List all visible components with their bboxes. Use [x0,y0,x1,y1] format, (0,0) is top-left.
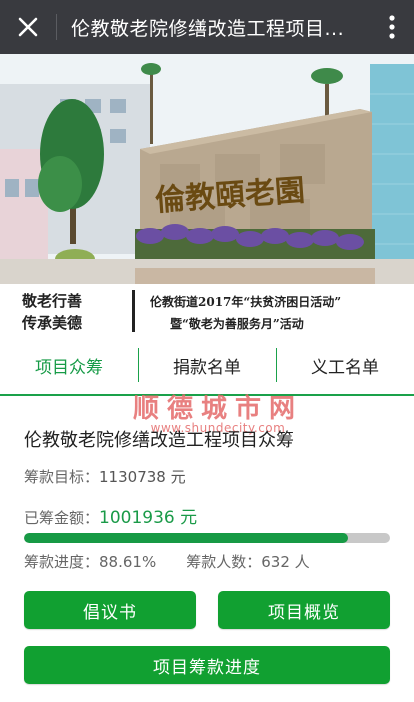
proposal-button[interactable]: 倡议书 [24,591,196,629]
donors-value: 632 人 [261,553,310,571]
page-title: 伦教敬老院修缮改造工程项目... [71,17,345,40]
slogan-right-1: 伦教街道2017年“扶贫济困日活动” [150,294,341,309]
raised-value: 1001936 元 [99,508,198,528]
more-vertical-icon [389,15,395,39]
tab-underline [0,394,414,396]
raised-row: 已筹金额：1001936 元 [24,503,197,528]
progress-fill [24,533,349,543]
progress-label: 筹款进度： [24,553,100,571]
close-icon [18,17,38,37]
tab-volunteer-list[interactable]: 义工名单 [276,336,414,394]
funding-progress-button[interactable]: 项目筹款进度 [24,646,390,684]
overview-button[interactable]: 项目概览 [218,591,390,629]
donors-stat: 筹款人数：632 人 [186,551,309,572]
stats-row: 筹款进度：88.61% 筹款人数：632 人 [24,551,310,572]
goal-label: 筹款目标： [24,468,100,486]
tab-bar: 项目众筹 捐款名单 义工名单 [0,336,414,394]
tab-crowdfunding[interactable]: 项目众筹 [0,336,138,394]
progress-stat: 筹款进度：88.61% [24,551,156,572]
banner-image: 倫教頤老園 敬老行善 传承美德 伦教街道2017年“扶贫济困日活动” 暨“敬老为… [0,54,414,336]
slogan-left-2: 传承美德 [21,314,82,332]
project-title: 伦教敬老院修缮改造工程项目众筹 [24,430,294,451]
slogan-right-2: 暨“敬老为善服务月”活动 [170,316,304,331]
close-button[interactable] [0,0,56,54]
goal-value: 1130738 元 [99,468,186,486]
top-bar: 伦教敬老院修缮改造工程项目... [0,0,414,54]
more-button[interactable] [370,0,414,54]
raised-label: 已筹金额： [24,509,100,527]
goal-row: 筹款目标：1130738 元 [24,466,186,487]
tab-donor-list[interactable]: 捐款名单 [138,336,276,394]
donors-label: 筹款人数： [186,553,262,571]
progress-bar [24,533,390,543]
progress-value: 88.61% [99,553,157,571]
slogan-left-1: 敬老行善 [21,292,82,310]
